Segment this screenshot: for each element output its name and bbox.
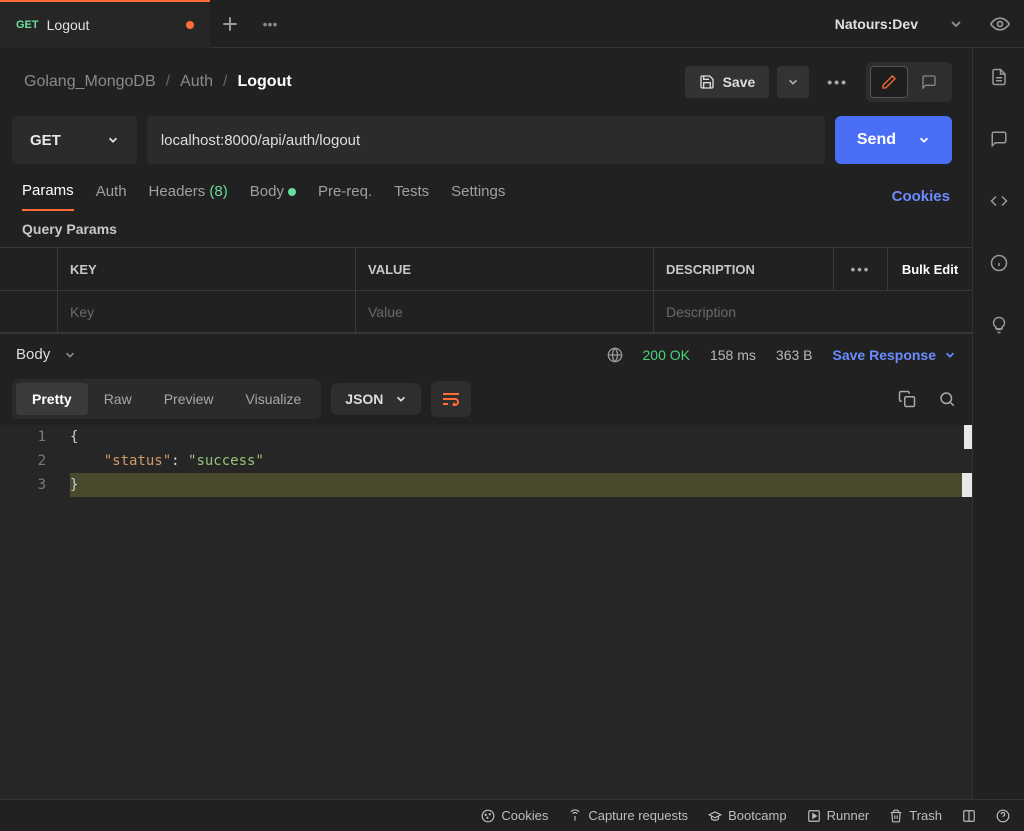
- globe-icon[interactable]: [607, 347, 623, 363]
- comment-icon: [921, 74, 937, 90]
- environment-chevron-icon[interactable]: [936, 4, 976, 44]
- breadcrumb-item-active: Logout: [237, 73, 291, 91]
- save-icon: [699, 74, 715, 90]
- tab-auth[interactable]: Auth: [96, 183, 127, 210]
- sb-capture[interactable]: Capture requests: [568, 808, 688, 823]
- table-header-row: KEY VALUE DESCRIPTION ••• Bulk Edit: [0, 248, 972, 290]
- cookies-link[interactable]: Cookies: [892, 188, 950, 205]
- request-url-row: GET Send: [0, 116, 972, 164]
- table-row: [0, 290, 972, 332]
- chevron-down-icon: [107, 134, 119, 146]
- breadcrumb-sep: /: [223, 73, 227, 91]
- right-sidebar: [972, 48, 1024, 799]
- edit-mode-comment[interactable]: [910, 66, 948, 98]
- layout-icon: [962, 809, 976, 823]
- column-options-button[interactable]: •••: [834, 248, 888, 290]
- environment-name: Natours:Dev: [835, 16, 918, 32]
- edit-mode-build[interactable]: [870, 66, 908, 98]
- body-indicator-icon: [288, 188, 296, 196]
- breadcrumb-item[interactable]: Golang_MongoDB: [24, 73, 156, 91]
- tab-options-button[interactable]: •••: [250, 4, 290, 44]
- response-status: 200 OK: [643, 347, 690, 363]
- bulk-edit-button[interactable]: Bulk Edit: [888, 262, 972, 277]
- sb-runner[interactable]: Runner: [807, 808, 870, 823]
- sb-layout-button[interactable]: [962, 809, 976, 823]
- tab-tests[interactable]: Tests: [394, 183, 429, 210]
- info-icon[interactable]: [988, 252, 1010, 274]
- new-tab-button[interactable]: [210, 4, 250, 44]
- chevron-down-icon: [918, 134, 930, 146]
- col-header-value: VALUE: [356, 248, 654, 290]
- save-response-button[interactable]: Save Response: [833, 347, 957, 363]
- sb-help-button[interactable]: [996, 809, 1010, 823]
- graduation-icon: [708, 809, 722, 823]
- help-icon: [996, 809, 1010, 823]
- query-params-heading: Query Params: [0, 211, 972, 247]
- response-lang-selector[interactable]: JSON: [331, 383, 421, 415]
- tab-params[interactable]: Params: [22, 182, 74, 211]
- method-selector[interactable]: GET: [12, 116, 137, 164]
- request-tabs: Params Auth Headers (8) Body Pre-req. Te…: [0, 164, 972, 211]
- response-body-code[interactable]: 1 { 2 "status": "success" 3 }: [0, 425, 972, 799]
- copy-response-button[interactable]: [898, 390, 916, 408]
- trash-icon: [889, 809, 903, 823]
- tab-title: Logout: [47, 17, 90, 33]
- search-response-button[interactable]: [938, 390, 956, 408]
- cookie-icon: [481, 809, 495, 823]
- play-icon: [807, 809, 821, 823]
- save-dropdown-button[interactable]: [777, 66, 809, 98]
- response-size: 363 B: [776, 347, 813, 363]
- col-header-key: KEY: [58, 248, 356, 290]
- sb-cookies[interactable]: Cookies: [481, 808, 548, 823]
- breadcrumb-row: Golang_MongoDB / Auth / Logout Save •••: [0, 48, 972, 116]
- lightbulb-icon[interactable]: [988, 314, 1010, 336]
- view-tab-visualize[interactable]: Visualize: [230, 383, 318, 415]
- breadcrumb-item[interactable]: Auth: [180, 73, 213, 91]
- tab-headers[interactable]: Headers (8): [149, 183, 228, 210]
- send-label: Send: [857, 131, 896, 149]
- edit-mode-toggle: [866, 62, 952, 102]
- response-time: 158 ms: [710, 347, 756, 363]
- response-body-label[interactable]: Body: [16, 346, 50, 363]
- param-desc-input[interactable]: [666, 304, 822, 320]
- col-header-description: DESCRIPTION: [654, 248, 834, 290]
- param-key-input[interactable]: [70, 304, 343, 320]
- pencil-icon: [881, 74, 897, 90]
- send-button[interactable]: Send: [835, 116, 952, 164]
- view-tab-raw[interactable]: Raw: [88, 383, 148, 415]
- sb-trash[interactable]: Trash: [889, 808, 942, 823]
- response-view-tabs: Pretty Raw Preview Visualize: [12, 379, 321, 419]
- tab-settings[interactable]: Settings: [451, 183, 505, 210]
- top-tab-bar: GET Logout ••• Natours:Dev: [0, 0, 1024, 48]
- save-button[interactable]: Save: [685, 66, 770, 98]
- comments-icon[interactable]: [988, 128, 1010, 150]
- view-tab-pretty[interactable]: Pretty: [16, 383, 88, 415]
- status-bar: Cookies Capture requests Bootcamp Runner…: [0, 799, 1024, 831]
- chevron-down-icon[interactable]: [64, 349, 76, 361]
- environment-preview-button[interactable]: [976, 14, 1024, 34]
- more-actions-button[interactable]: •••: [817, 74, 858, 90]
- tab-method: GET: [16, 19, 39, 31]
- chevron-down-icon: [944, 349, 956, 361]
- chevron-down-icon: [395, 393, 407, 405]
- method-label: GET: [30, 132, 61, 149]
- view-tab-preview[interactable]: Preview: [148, 383, 230, 415]
- request-tab[interactable]: GET Logout: [0, 0, 210, 48]
- url-input[interactable]: [147, 116, 825, 164]
- tab-prereq[interactable]: Pre-req.: [318, 183, 372, 210]
- save-label: Save: [723, 74, 756, 90]
- documentation-icon[interactable]: [988, 66, 1010, 88]
- query-params-table: KEY VALUE DESCRIPTION ••• Bulk Edit: [0, 247, 972, 333]
- breadcrumb-sep: /: [166, 73, 170, 91]
- environment-selector[interactable]: Natours:Dev: [817, 16, 936, 32]
- antenna-icon: [568, 809, 582, 823]
- param-value-input[interactable]: [368, 304, 641, 320]
- response-view-row: Pretty Raw Preview Visualize JSON: [0, 375, 972, 425]
- response-bar: Body 200 OK 158 ms 363 B Save Response: [0, 333, 972, 375]
- sb-bootcamp[interactable]: Bootcamp: [708, 808, 787, 823]
- unsaved-dot-icon: [186, 21, 194, 29]
- tab-body[interactable]: Body: [250, 183, 296, 210]
- wrap-lines-button[interactable]: [431, 381, 471, 417]
- code-icon[interactable]: [988, 190, 1010, 212]
